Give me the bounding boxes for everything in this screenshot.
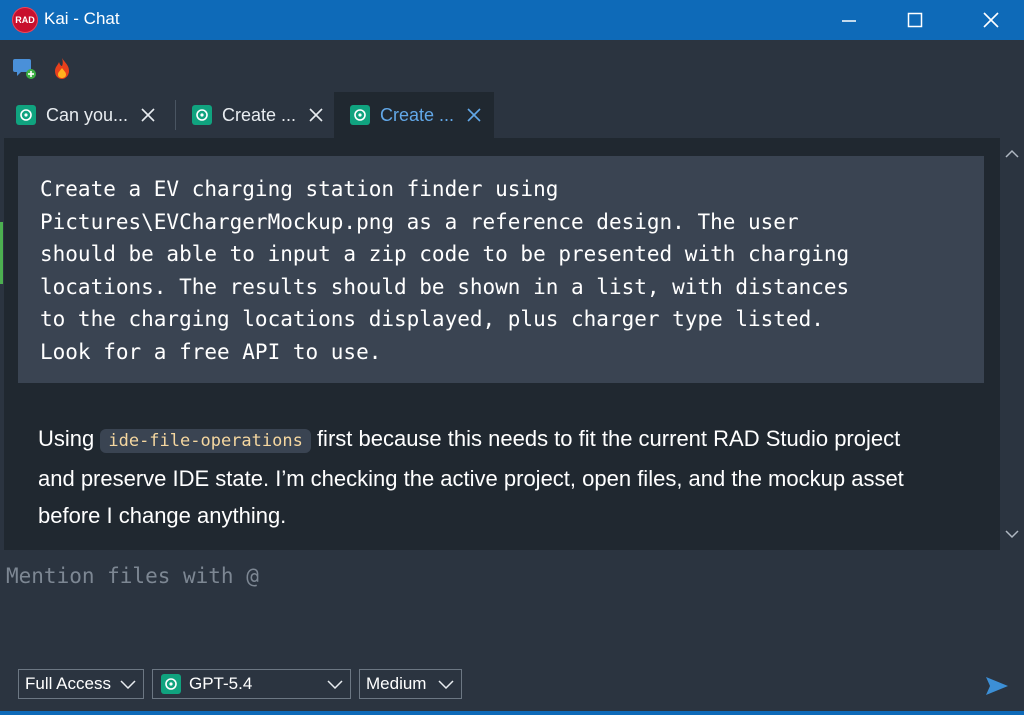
chat-transcript[interactable]: Create a EV charging station finder usin… bbox=[4, 138, 1000, 550]
toolbar bbox=[0, 40, 1024, 92]
tab-label: Create ... bbox=[222, 104, 297, 125]
effort-select[interactable]: Medium bbox=[359, 669, 462, 699]
window-title: Kai - Chat bbox=[44, 9, 120, 28]
access-select-value: Full Access bbox=[25, 674, 111, 693]
new-chat-button[interactable] bbox=[10, 54, 38, 82]
maximize-button[interactable] bbox=[892, 0, 938, 40]
close-window-button[interactable] bbox=[968, 0, 1014, 40]
effort-select-value: Medium bbox=[366, 674, 427, 693]
openai-icon bbox=[350, 105, 370, 125]
minimize-button[interactable] bbox=[826, 0, 872, 40]
chevron-down-icon bbox=[437, 675, 455, 693]
openai-icon bbox=[161, 674, 181, 694]
openai-icon bbox=[192, 105, 212, 125]
tab-close-icon[interactable] bbox=[464, 105, 484, 125]
openai-icon bbox=[16, 105, 36, 125]
tab-label: Can you... bbox=[46, 104, 129, 125]
tab-create-2[interactable]: Create ... bbox=[334, 92, 494, 138]
send-icon bbox=[986, 677, 1008, 695]
scroll-up-button[interactable] bbox=[1000, 142, 1024, 166]
message-input[interactable] bbox=[6, 558, 1006, 594]
user-message: Create a EV charging station finder usin… bbox=[18, 156, 984, 383]
tab-close-icon[interactable] bbox=[138, 105, 158, 125]
assistant-text-prefix: Using bbox=[38, 426, 101, 451]
close-icon bbox=[983, 12, 999, 28]
active-marker bbox=[0, 222, 3, 284]
tab-create-1[interactable]: Create ... bbox=[176, 92, 334, 138]
tab-close-icon[interactable] bbox=[306, 105, 326, 125]
chevron-down-icon bbox=[326, 675, 344, 693]
new-chat-icon bbox=[13, 59, 36, 79]
inline-code: ide-file-operations bbox=[100, 429, 311, 453]
title-bar: RAD Kai - Chat bbox=[0, 0, 1024, 40]
flame-button[interactable] bbox=[48, 54, 76, 82]
send-button[interactable] bbox=[984, 674, 1010, 698]
scroll-thumb[interactable] bbox=[1002, 168, 1022, 190]
access-select[interactable]: Full Access bbox=[18, 669, 144, 699]
chevron-up-icon bbox=[1005, 149, 1019, 158]
model-select-value: GPT-5.4 bbox=[189, 674, 253, 693]
tab-can-you[interactable]: Can you... bbox=[0, 92, 172, 138]
app-logo: RAD bbox=[12, 7, 38, 33]
chat-scrollbar[interactable] bbox=[1000, 138, 1024, 550]
assistant-message: Using ide-file-operations first because … bbox=[38, 420, 938, 534]
user-message-text: Create a EV charging station finder usin… bbox=[40, 177, 850, 364]
maximize-icon bbox=[907, 12, 923, 28]
model-select[interactable]: GPT-5.4 bbox=[152, 669, 351, 699]
flame-icon bbox=[55, 58, 69, 79]
window-bottom-border bbox=[0, 711, 1024, 715]
scroll-down-button[interactable] bbox=[1000, 522, 1024, 546]
chevron-down-icon bbox=[1005, 530, 1019, 539]
minimize-icon bbox=[842, 20, 856, 22]
tab-label: Create ... bbox=[380, 104, 455, 125]
chevron-down-icon bbox=[119, 675, 137, 693]
tab-strip: Can you... Create ... Create ... bbox=[0, 92, 1024, 138]
